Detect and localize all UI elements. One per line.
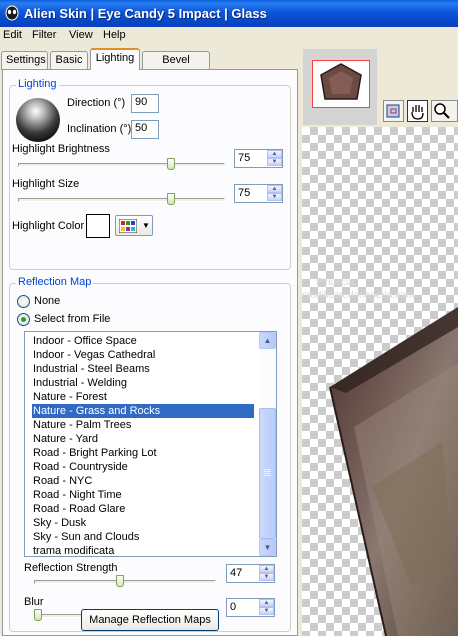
menu-filter[interactable]: Filter	[32, 29, 56, 41]
inclination-label: Inclination (°)	[67, 123, 132, 135]
hand-tool-button[interactable]	[407, 100, 428, 122]
reflection-map-item[interactable]: Road - Countryside	[32, 460, 254, 474]
preview-canvas[interactable]: Pinuccia www.modificaredonaperla.com	[302, 127, 458, 636]
reflection-map-item[interactable]: Indoor - Vegas Cathedral	[32, 348, 254, 362]
highlight-color-label: Highlight Color	[12, 220, 85, 232]
spin-up-icon[interactable]: ▲	[267, 150, 282, 158]
spin-up-icon[interactable]: ▲	[267, 185, 282, 193]
reflection-strength-value: 47	[230, 567, 243, 579]
reflection-map-item[interactable]: Nature - Grass and Rocks	[32, 404, 254, 418]
menu-help[interactable]: Help	[103, 29, 126, 41]
reflection-map-item[interactable]: Indoor - Office Space	[32, 334, 254, 348]
title-bar[interactable]: Alien Skin | Eye Candy 5 Impact | Glass	[0, 0, 458, 27]
zoom-icon	[434, 103, 450, 119]
light-direction-sphere[interactable]	[15, 97, 61, 143]
spin-down-icon[interactable]: ▼	[267, 193, 282, 201]
alien-skin-app-icon[interactable]	[4, 5, 20, 21]
reflection-map-item[interactable]: Road - Night Time	[32, 488, 254, 502]
blur-slider[interactable]	[34, 609, 42, 621]
color-palette-icon	[119, 219, 137, 233]
reflection-strength-track[interactable]	[34, 580, 216, 584]
spin-down-icon[interactable]: ▼	[259, 607, 274, 615]
direction-label: Direction (°)	[67, 97, 126, 109]
blur-spin[interactable]: ▲ ▼	[259, 599, 274, 616]
navigator-icon	[386, 104, 400, 118]
radio-none[interactable]	[17, 295, 30, 308]
radio-select-from-file[interactable]	[17, 313, 30, 326]
blur-stepper[interactable]: 0 ▲ ▼	[226, 598, 275, 617]
reflection-map-item[interactable]: Nature - Yard	[32, 432, 254, 446]
highlight-brightness-stepper[interactable]: 75 ▲ ▼	[234, 149, 283, 168]
highlight-brightness-track[interactable]	[18, 163, 225, 167]
lighting-group-title: Lighting	[16, 78, 59, 90]
glass-object-preview	[329, 307, 458, 636]
navigator-frame[interactable]	[312, 60, 370, 108]
reflection-strength-label: Reflection Strength	[24, 562, 118, 574]
scroll-down-icon[interactable]: ▼	[259, 539, 276, 556]
reflection-map-item[interactable]: Nature - Forest	[32, 390, 254, 404]
highlight-brightness-label: Highlight Brightness	[12, 143, 110, 155]
spin-down-icon[interactable]: ▼	[259, 573, 274, 581]
radio-select-from-file-label[interactable]: Select from File	[34, 313, 110, 325]
reflection-strength-stepper[interactable]: 47 ▲ ▼	[226, 564, 275, 583]
menu-bar: Edit Filter View Help	[0, 27, 458, 45]
blur-value: 0	[230, 601, 237, 613]
highlight-size-label: Highlight Size	[12, 178, 80, 190]
window-title: Alien Skin | Eye Candy 5 Impact | Glass	[24, 6, 267, 21]
highlight-brightness-value: 75	[238, 152, 251, 164]
spin-up-icon[interactable]: ▲	[259, 599, 274, 607]
navigator-tool-button[interactable]	[383, 100, 404, 122]
reflection-strength-spin[interactable]: ▲ ▼	[259, 565, 274, 582]
reflection-map-item[interactable]: Industrial - Welding	[32, 376, 254, 390]
preview-panel: Pinuccia www.modificaredonaperla.com	[300, 45, 458, 636]
reflection-strength-slider[interactable]	[115, 575, 124, 587]
tab-basic[interactable]: Basic	[50, 51, 88, 70]
thumbnail-preview	[320, 63, 362, 100]
tab-settings[interactable]: Settings	[1, 51, 48, 70]
reflection-map-group: Reflection Map None Select from File Ind…	[9, 276, 291, 632]
list-scrollbar[interactable]: ▲ ▼	[259, 332, 276, 556]
reflection-map-item[interactable]: Road - Bright Parking Lot	[32, 446, 254, 460]
highlight-color-swatch[interactable]	[86, 214, 110, 238]
tab-lighting[interactable]: Lighting	[90, 48, 140, 70]
menu-view[interactable]: View	[69, 29, 93, 41]
reflection-map-list[interactable]: Indoor - Office Space Indoor - Vegas Cath…	[24, 331, 277, 557]
scroll-up-icon[interactable]: ▲	[259, 332, 276, 349]
lighting-tab-panel: Lighting Direction (°) 90 Inclination (°…	[2, 69, 298, 636]
lighting-group: Lighting Direction (°) 90 Inclination (°…	[9, 78, 291, 270]
dropdown-arrow-icon: ▼	[142, 221, 150, 230]
direction-field[interactable]: 90	[131, 94, 159, 113]
reflection-map-item[interactable]: Road - Road Glare	[32, 502, 254, 516]
reflection-map-group-title: Reflection Map	[16, 276, 94, 288]
highlight-brightness-slider[interactable]	[167, 158, 176, 170]
manage-reflection-maps-button[interactable]: Manage Reflection Maps	[81, 609, 219, 631]
blur-label: Blur	[24, 596, 44, 608]
reflection-map-item[interactable]: Sky - Dusk	[32, 516, 254, 530]
highlight-brightness-spin[interactable]: ▲ ▼	[267, 150, 282, 167]
color-picker-button[interactable]: ▼	[115, 215, 153, 236]
zoom-tool-button[interactable]	[431, 100, 458, 122]
scrollbar-thumb[interactable]	[259, 408, 276, 539]
menu-edit[interactable]: Edit	[3, 29, 22, 41]
settings-panel: Settings Basic Lighting Bevel Profile Li…	[0, 45, 300, 636]
reflection-map-item[interactable]: Road - NYC	[32, 474, 254, 488]
highlight-size-value: 75	[238, 187, 251, 199]
reflection-map-item[interactable]: Industrial - Steel Beams	[32, 362, 254, 376]
radio-none-label[interactable]: None	[34, 295, 60, 307]
tab-bevel-profile[interactable]: Bevel Profile	[142, 51, 210, 83]
reflection-map-item[interactable]: trama modificata	[32, 544, 254, 556]
inclination-field[interactable]: 50	[131, 120, 159, 139]
reflection-map-item[interactable]: Nature - Palm Trees	[32, 418, 254, 432]
spin-down-icon[interactable]: ▼	[267, 158, 282, 166]
reflection-map-item[interactable]: Sky - Sun and Clouds	[32, 530, 254, 544]
hand-icon	[411, 105, 424, 120]
highlight-size-slider[interactable]	[167, 193, 176, 205]
highlight-size-track[interactable]	[18, 198, 225, 202]
highlight-size-stepper[interactable]: 75 ▲ ▼	[234, 184, 283, 203]
spin-up-icon[interactable]: ▲	[259, 565, 274, 573]
highlight-size-spin[interactable]: ▲ ▼	[267, 185, 282, 202]
navigator-thumbnail[interactable]	[303, 49, 377, 125]
